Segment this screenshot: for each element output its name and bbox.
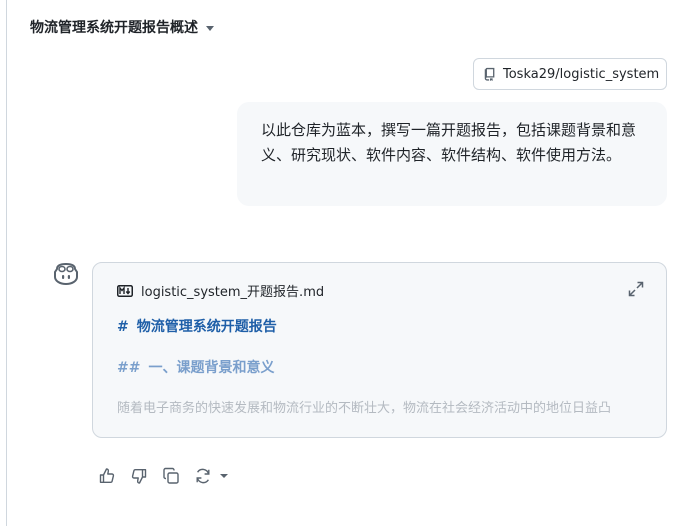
heading-2-text: 一、课题背景和意义 [148, 360, 275, 376]
retry-button[interactable] [194, 467, 212, 485]
chevron-down-icon [206, 25, 214, 31]
conversation-title: 物流管理系统开题报告概述 [30, 20, 198, 36]
artifact-heading-2: ## 一、课题背景和意义 [117, 357, 274, 377]
copy-icon [163, 467, 179, 484]
artifact-filename: logistic_system_开题报告.md [141, 285, 325, 300]
repo-reference-label: Toska29/logistic_system [503, 66, 660, 82]
markdown-icon [117, 284, 133, 297]
retry-options-chevron-down-icon[interactable] [220, 474, 228, 478]
heading-1-marker: # [117, 319, 129, 335]
artifact-header: logistic_system_开题报告.md [117, 281, 324, 300]
expand-icon[interactable] [628, 281, 644, 297]
conversation-title-dropdown[interactable]: 物流管理系统开题报告概述 [30, 17, 214, 37]
user-message: 以此仓库为蓝本，撰写一篇开题报告，包括课题背景和意义、研究现状、软件内容、软件结… [237, 102, 667, 206]
thumbs-up-icon [99, 468, 115, 483]
artifact-preview-text: 随着电子商务的快速发展和物流行业的不断壮大，物流在社会经济活动中的地位日益凸 [117, 401, 612, 416]
artifact-card[interactable]: logistic_system_开题报告.md # 物流管理系统开题报告 ## 一、… [92, 262, 667, 438]
artifact-heading-1: # 物流管理系统开题报告 [117, 316, 277, 336]
heading-1-text: 物流管理系统开题报告 [136, 319, 277, 335]
thumbs-up-button[interactable] [98, 467, 116, 485]
user-message-text: 以此仓库为蓝本，撰写一篇开题报告，包括课题背景和意义、研究现状、软件内容、软件结… [261, 121, 637, 164]
copy-button[interactable] [162, 467, 180, 485]
repo-reference-chip[interactable]: Toska29/logistic_system [473, 58, 667, 90]
thumbs-down-button[interactable] [130, 467, 148, 485]
sidebar-divider [6, 0, 7, 526]
heading-2-marker: ## [117, 360, 141, 376]
thumbs-down-icon [131, 469, 147, 484]
message-actions [98, 467, 228, 485]
retry-icon [196, 468, 210, 484]
copilot-avatar-icon [54, 263, 78, 285]
repo-icon [484, 67, 495, 81]
